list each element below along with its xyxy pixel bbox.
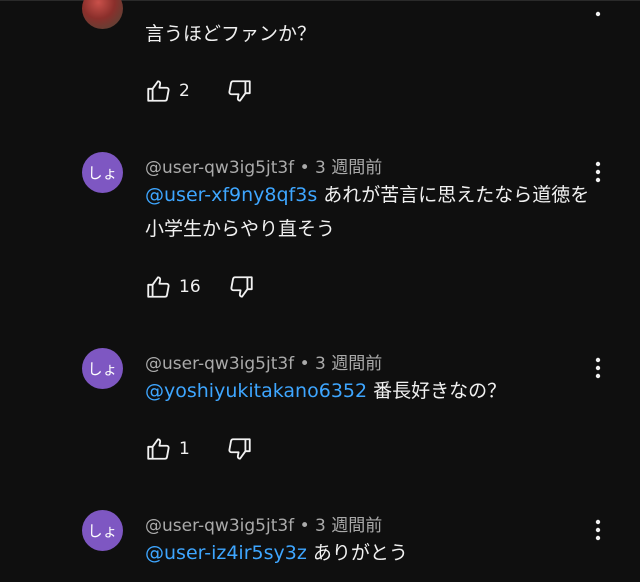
avatar[interactable] <box>82 0 123 29</box>
like-button[interactable]: 16 <box>145 274 201 300</box>
vertical-ellipsis-icon <box>595 357 601 379</box>
meta-separator: • <box>299 354 316 374</box>
meta-separator: • <box>299 158 316 178</box>
like-count: 1 <box>179 439 190 459</box>
thumbs-down-icon <box>230 276 253 298</box>
dislike-button[interactable] <box>229 274 255 300</box>
like-button[interactable]: 1 <box>145 436 199 462</box>
thumbs-up-icon <box>147 438 170 460</box>
comment-author[interactable]: @user-qw3ig5jt3f <box>145 158 294 178</box>
comment-author[interactable]: @user-qw3ig5jt3f <box>145 516 294 536</box>
comment-timestamp[interactable]: 3 週間前 <box>315 354 382 374</box>
thumbs-down-icon <box>228 438 251 460</box>
vertical-ellipsis-icon <box>595 519 601 541</box>
dislike-button[interactable] <box>227 78 253 104</box>
mention-link[interactable]: @yoshiyukitakano6352 <box>145 380 367 402</box>
comment-author[interactable]: @user-qw3ig5jt3f <box>145 354 294 374</box>
like-count: 2 <box>179 81 190 101</box>
comment-text: ありがとう <box>306 542 408 564</box>
comment-text: 番長好きなの？ <box>367 380 507 402</box>
thumbs-up-icon <box>147 80 170 102</box>
avatar[interactable]: しょ <box>82 348 123 389</box>
mention-link[interactable]: @user-xf9ny8qf3s <box>145 184 317 206</box>
meta-separator: • <box>299 516 316 536</box>
thumbs-down-icon <box>228 80 251 102</box>
comment-timestamp[interactable]: 3 週間前 <box>315 158 382 178</box>
like-button[interactable]: 2 <box>145 78 199 104</box>
avatar[interactable]: しょ <box>82 510 123 551</box>
like-count: 16 <box>179 277 201 297</box>
vertical-ellipsis-icon <box>595 11 601 17</box>
thumbs-up-icon <box>147 276 170 298</box>
vertical-ellipsis-icon <box>595 161 601 183</box>
avatar[interactable]: しょ <box>82 152 123 193</box>
comment-body: @yoshiyukitakano6352 番長好きなの？ <box>145 374 595 408</box>
comment-body: @user-iz4ir5sy3z ありがとう <box>145 536 595 570</box>
mention-link[interactable]: @user-iz4ir5sy3z <box>145 542 307 564</box>
comment-body: @user-xf9ny8qf3s あれが苦言に思えたなら道徳を小学生からやり直そ… <box>145 178 595 246</box>
comment-text: 言うほどファンか？ <box>145 23 317 45</box>
comment-timestamp[interactable]: 3 週間前 <box>315 516 382 536</box>
dislike-button[interactable] <box>227 436 253 462</box>
